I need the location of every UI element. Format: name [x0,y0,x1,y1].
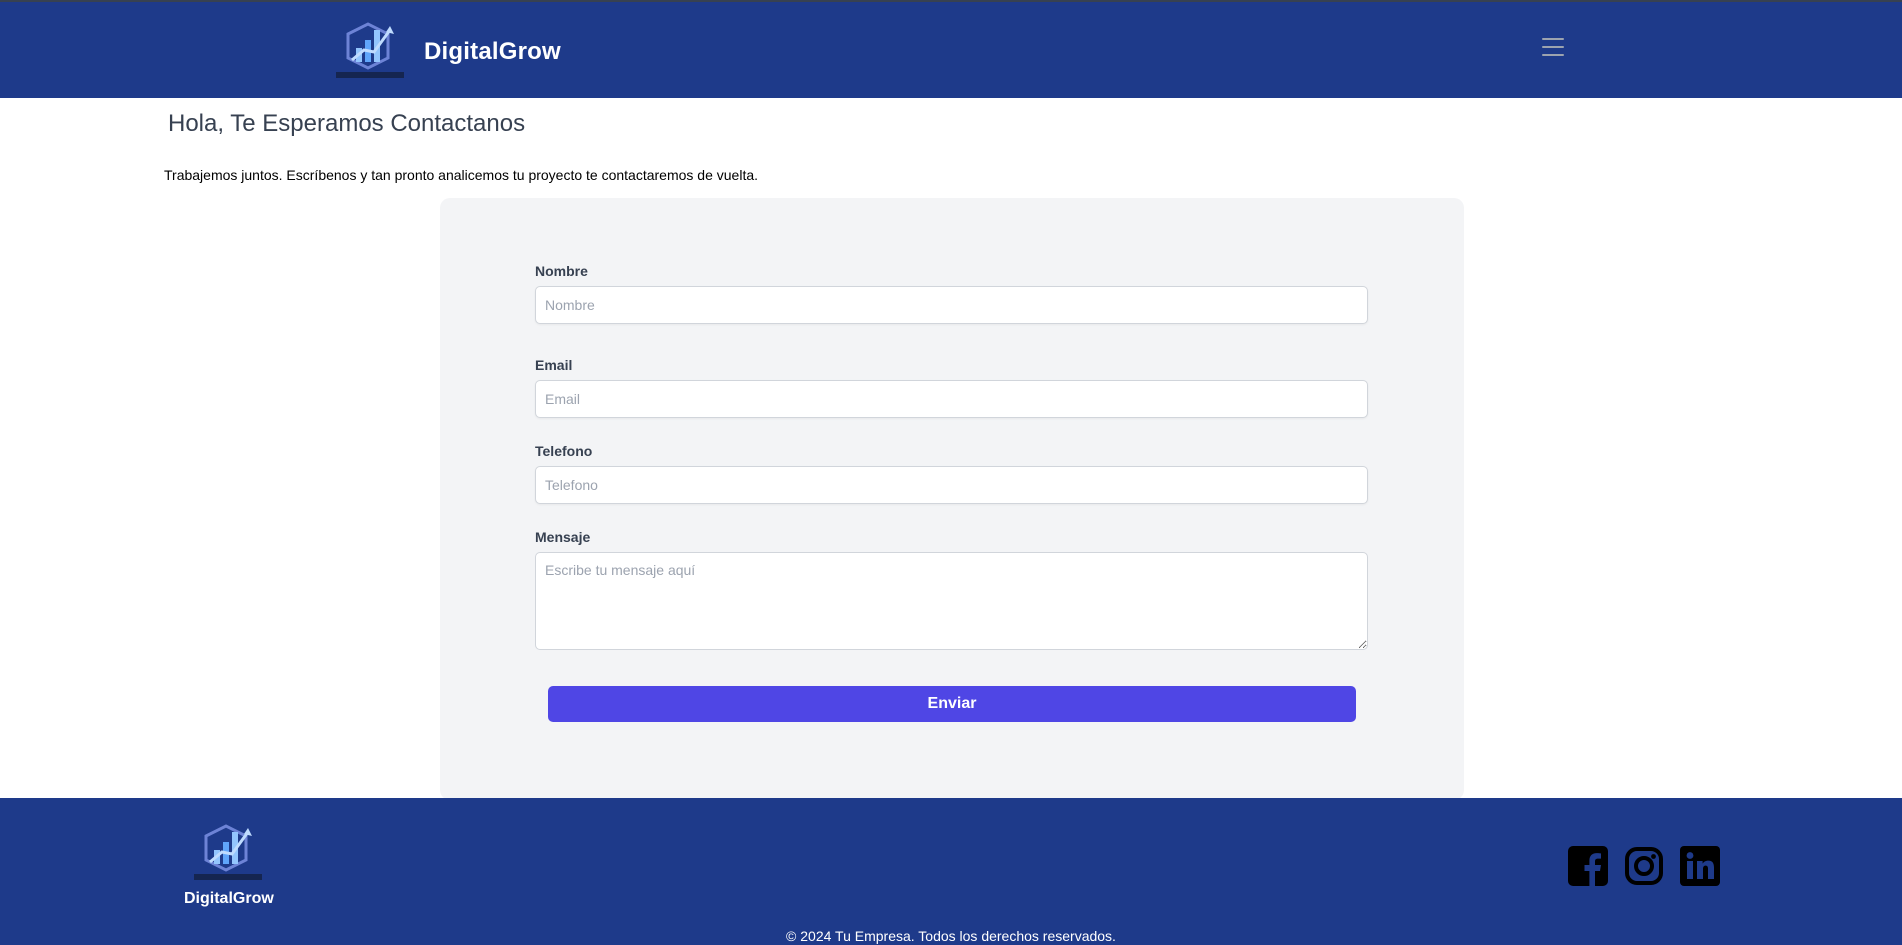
mensaje-textarea[interactable] [535,552,1368,650]
enviar-button[interactable]: Enviar [548,686,1356,722]
footer-brand-name: DigitalGrow [184,890,274,907]
footer-brand-logo [194,824,262,880]
mensaje-label: Mensaje [535,529,591,545]
telefono-input[interactable] [535,466,1368,504]
email-input[interactable] [535,380,1368,418]
brand-name[interactable]: DigitalGrow [424,38,561,66]
nombre-label: Nombre [535,263,588,279]
menu-line-icon [1542,46,1564,48]
copyright-text: © 2024 Tu Empresa. Todos los derechos re… [786,928,1116,944]
site-header: DigitalGrow [0,2,1902,98]
menu-line-icon [1542,54,1564,56]
nombre-input[interactable] [535,286,1368,324]
intro-text: Trabajemos juntos. Escríbenos y tan pron… [164,167,759,183]
hamburger-menu-button[interactable] [1542,38,1570,62]
menu-line-icon [1542,38,1564,40]
email-label: Email [535,357,573,373]
brand-logo[interactable] [334,16,406,82]
telefono-label: Telefono [535,443,593,459]
instagram-icon[interactable] [1624,846,1664,886]
site-footer: DigitalGrow © 2024 Tu Empresa. Todos los… [0,798,1902,945]
linkedin-icon[interactable] [1680,846,1720,886]
facebook-icon[interactable] [1568,846,1608,886]
page-title: Hola, Te Esperamos Contactanos [168,110,526,137]
